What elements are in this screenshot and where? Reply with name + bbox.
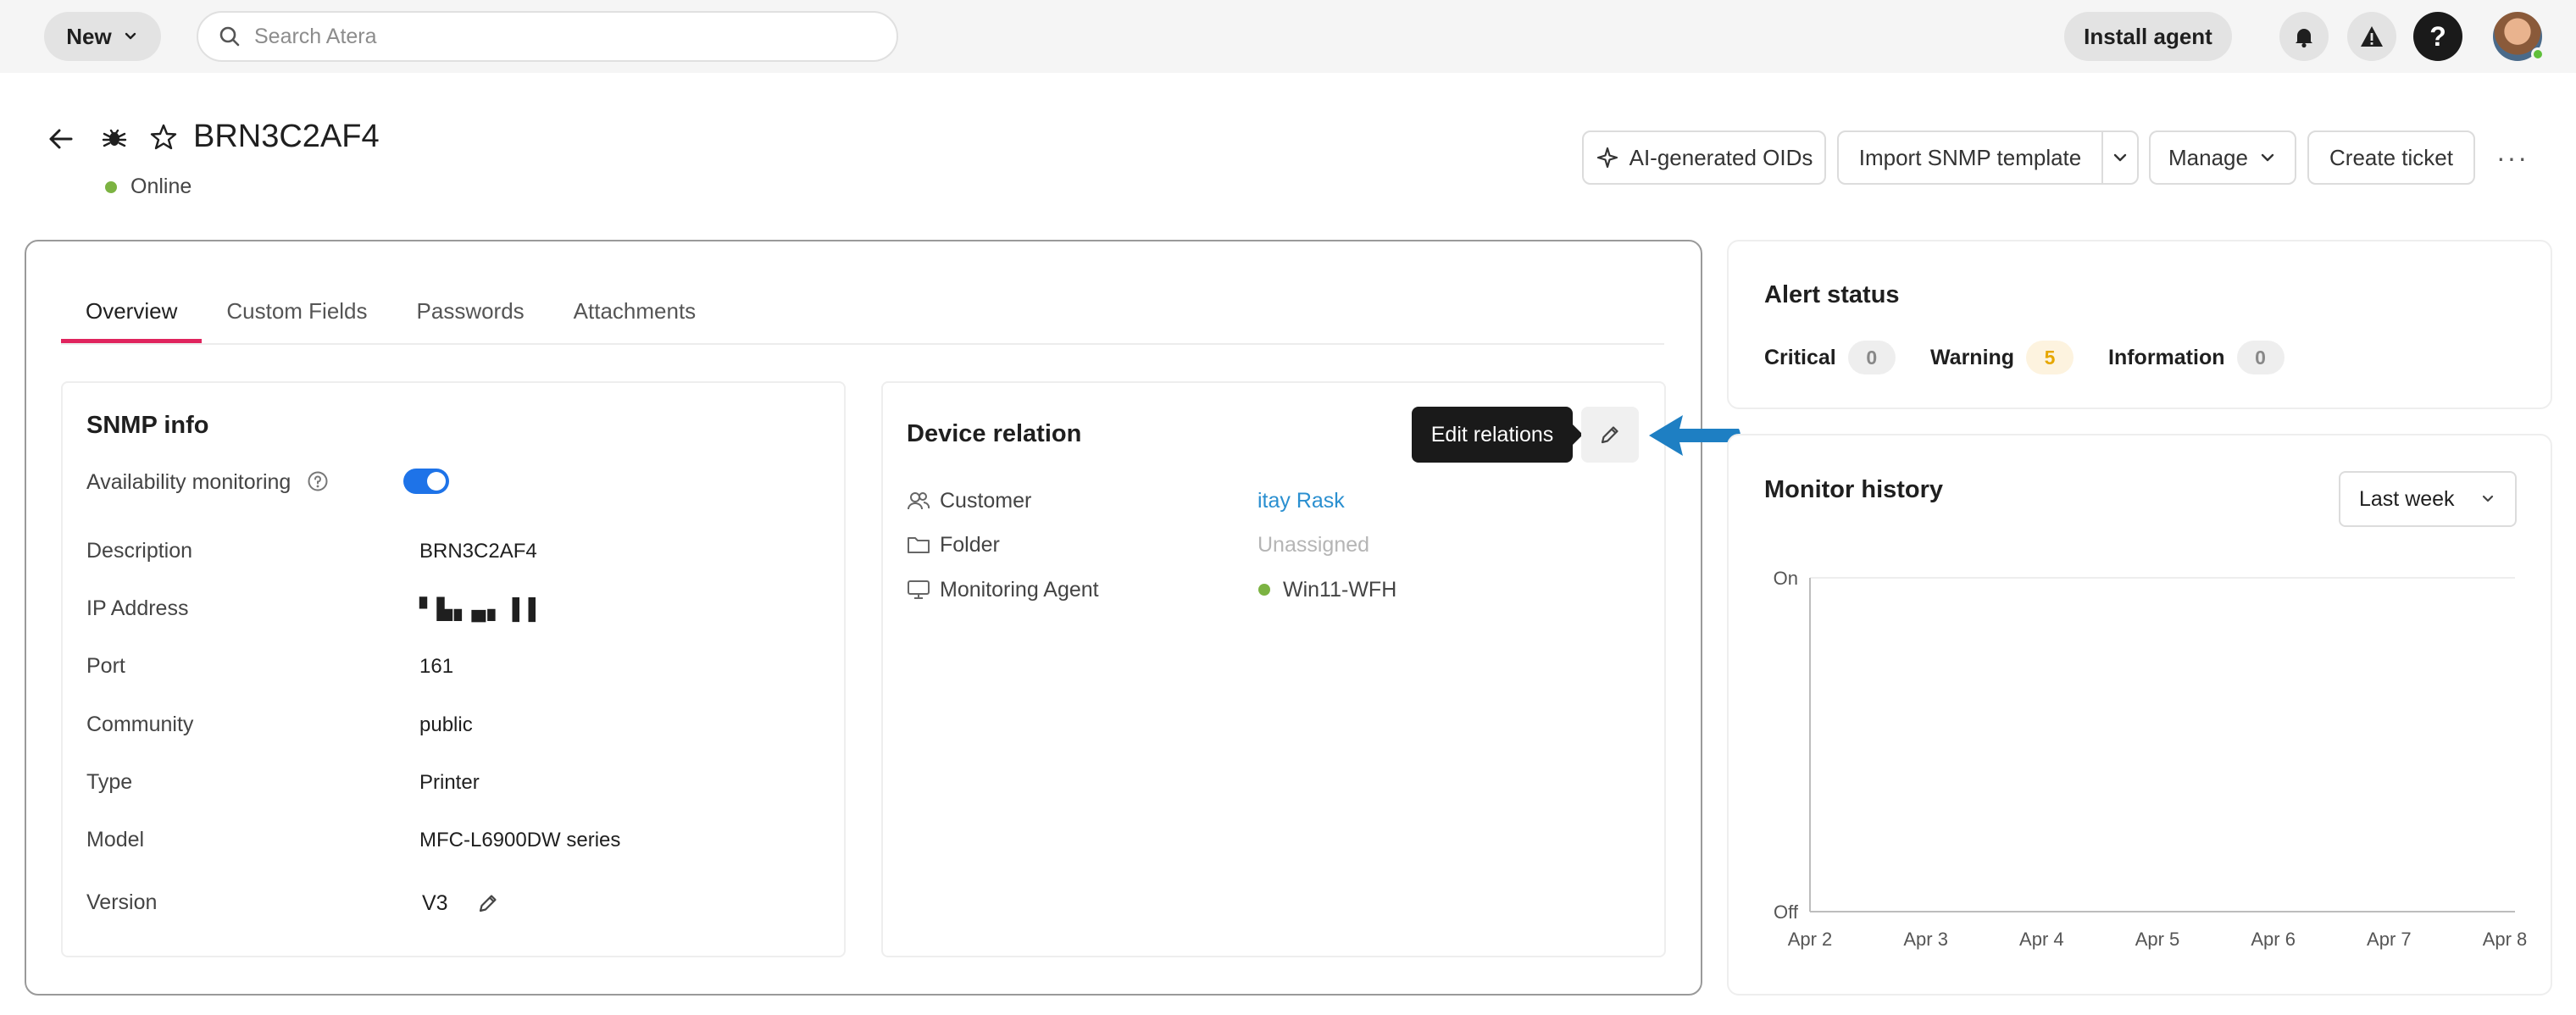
chart-x-tick-label: Apr 7	[2367, 929, 2412, 950]
tab-overview[interactable]: Overview	[61, 288, 203, 344]
snmp-row-label: Model	[86, 828, 145, 851]
snmp-row-value: MFC-L6900DW series	[419, 829, 621, 851]
new-button[interactable]: New	[44, 12, 161, 61]
snmp-row-label: Community	[86, 713, 194, 736]
manage-label: Manage	[2168, 144, 2248, 170]
snmp-row-value: ▘▙▖▄▖ ▌▌	[419, 598, 545, 621]
ai-oids-label: AI-generated OIDs	[1629, 144, 1813, 170]
snmp-device-icon	[102, 129, 127, 147]
agent-online-dot	[1258, 584, 1270, 596]
snmp-row-label: Description	[86, 539, 193, 563]
snmp-row-value: public	[419, 713, 473, 736]
alert-label: Information	[2108, 345, 2225, 369]
warning-triangle-icon	[2361, 26, 2383, 47]
edit-relations-button[interactable]	[1581, 407, 1639, 463]
ai-generated-oids-button[interactable]: AI-generated OIDs	[1582, 130, 1826, 185]
time-range-select[interactable]: Last week	[2339, 471, 2517, 527]
sparkle-icon	[1596, 147, 1618, 169]
status-badge: Online	[105, 175, 192, 199]
monitor-history-title: Monitor history	[1764, 476, 1944, 503]
version-value: V3	[422, 891, 448, 915]
page-title: BRN3C2AF4	[193, 119, 380, 154]
device-relation-panel	[881, 381, 1666, 957]
snmp-row-value: Printer	[419, 771, 480, 794]
alert-critical[interactable]: Critical 0	[1764, 341, 1896, 374]
monitor-history-chart: On Off Apr 2 Apr 3 Apr 4 Apr 5 Apr 6 Apr 7 Apr 8	[1774, 568, 2528, 950]
alert-label: Critical	[1764, 345, 1836, 369]
tab-attachments[interactable]: Attachments	[549, 288, 721, 344]
relation-label-folder: Folder	[940, 533, 1000, 557]
availability-monitoring-label: Availability monitoring	[86, 470, 291, 494]
alert-information[interactable]: Information 0	[2108, 341, 2285, 374]
search-input[interactable]	[254, 24, 881, 49]
chart-x-tick-label: Apr 8	[2483, 929, 2528, 950]
folder-icon	[908, 537, 930, 553]
chart-y-tick-label: Off	[1774, 901, 1799, 923]
help-circle-icon[interactable]	[307, 470, 329, 492]
monitor-icon	[908, 580, 930, 599]
availability-monitoring-toggle[interactable]	[403, 469, 449, 494]
snmp-row-value: BRN3C2AF4	[419, 540, 537, 563]
monitoring-agent-value[interactable]: Win11-WFH	[1283, 578, 1396, 602]
bell-icon	[2296, 29, 2312, 48]
pencil-icon[interactable]	[476, 891, 500, 915]
alert-label: Warning	[1930, 345, 2015, 369]
device-relation-title: Device relation	[907, 420, 1082, 447]
snmp-row-label: IP Address	[86, 596, 189, 620]
tab-bar: Overview Custom Fields Passwords Attachm…	[61, 288, 720, 344]
snmp-info-title: SNMP info	[86, 412, 209, 439]
relation-label-agent: Monitoring Agent	[940, 578, 1099, 602]
chart-x-tick-label: Apr 3	[1903, 929, 1948, 950]
warning-count-badge: 5	[2026, 341, 2074, 374]
information-count-badge: 0	[2236, 341, 2285, 374]
tabs-divider	[61, 343, 1664, 345]
chart-x-tick-label: Apr 5	[2135, 929, 2180, 950]
manage-button[interactable]: Manage	[2149, 130, 2296, 185]
snmp-row-label: Version	[86, 890, 158, 914]
import-snmp-dropdown-button[interactable]	[2101, 130, 2139, 185]
customer-link[interactable]: itay Rask	[1257, 489, 1345, 513]
snmp-row-label: Type	[86, 770, 133, 794]
more-options-button[interactable]: ···	[2496, 142, 2529, 174]
tab-passwords[interactable]: Passwords	[392, 288, 549, 344]
folder-value: Unassigned	[1257, 533, 1370, 557]
chevron-down-icon	[125, 32, 136, 40]
tab-custom-fields[interactable]: Custom Fields	[202, 288, 391, 344]
alert-status-title: Alert status	[1764, 281, 1900, 308]
edit-relations-tooltip: Edit relations	[1412, 407, 1583, 463]
create-ticket-button[interactable]: Create ticket	[2307, 130, 2475, 185]
alert-warning[interactable]: Warning 5	[1930, 341, 2074, 374]
relation-label-customer: Customer	[940, 489, 1032, 513]
back-arrow-icon[interactable]	[46, 124, 76, 154]
install-agent-button[interactable]: Install agent	[2064, 12, 2232, 61]
chevron-down-icon	[2113, 153, 2127, 162]
chevron-down-icon	[2482, 495, 2494, 502]
chart-x-tick-label: Apr 2	[1788, 929, 1833, 950]
help-button[interactable]: ?	[2413, 12, 2462, 61]
chart-x-tick-label: Apr 4	[2019, 929, 2064, 950]
alert-status-card	[1727, 240, 2552, 409]
avatar-status-dot	[2531, 47, 2545, 61]
search-bar[interactable]	[197, 11, 898, 62]
users-icon	[908, 492, 930, 510]
status-text: Online	[130, 175, 192, 198]
import-snmp-template-button[interactable]: Import SNMP template	[1837, 130, 2103, 185]
star-icon[interactable]	[149, 123, 178, 152]
snmp-row-value: 161	[419, 655, 454, 678]
chart-y-tick-label: On	[1774, 568, 1798, 589]
snmp-row-label: Port	[86, 654, 125, 678]
pencil-icon	[1601, 426, 1618, 444]
critical-count-badge: 0	[1847, 341, 1896, 374]
alerts-button[interactable]	[2347, 12, 2396, 61]
search-icon	[219, 26, 240, 47]
time-range-value: Last week	[2359, 486, 2455, 511]
chart-x-tick-label: Apr 6	[2251, 929, 2296, 950]
notifications-button[interactable]	[2279, 12, 2329, 61]
chevron-down-icon	[2261, 153, 2274, 162]
online-dot	[105, 180, 117, 193]
new-button-label: New	[66, 23, 112, 49]
